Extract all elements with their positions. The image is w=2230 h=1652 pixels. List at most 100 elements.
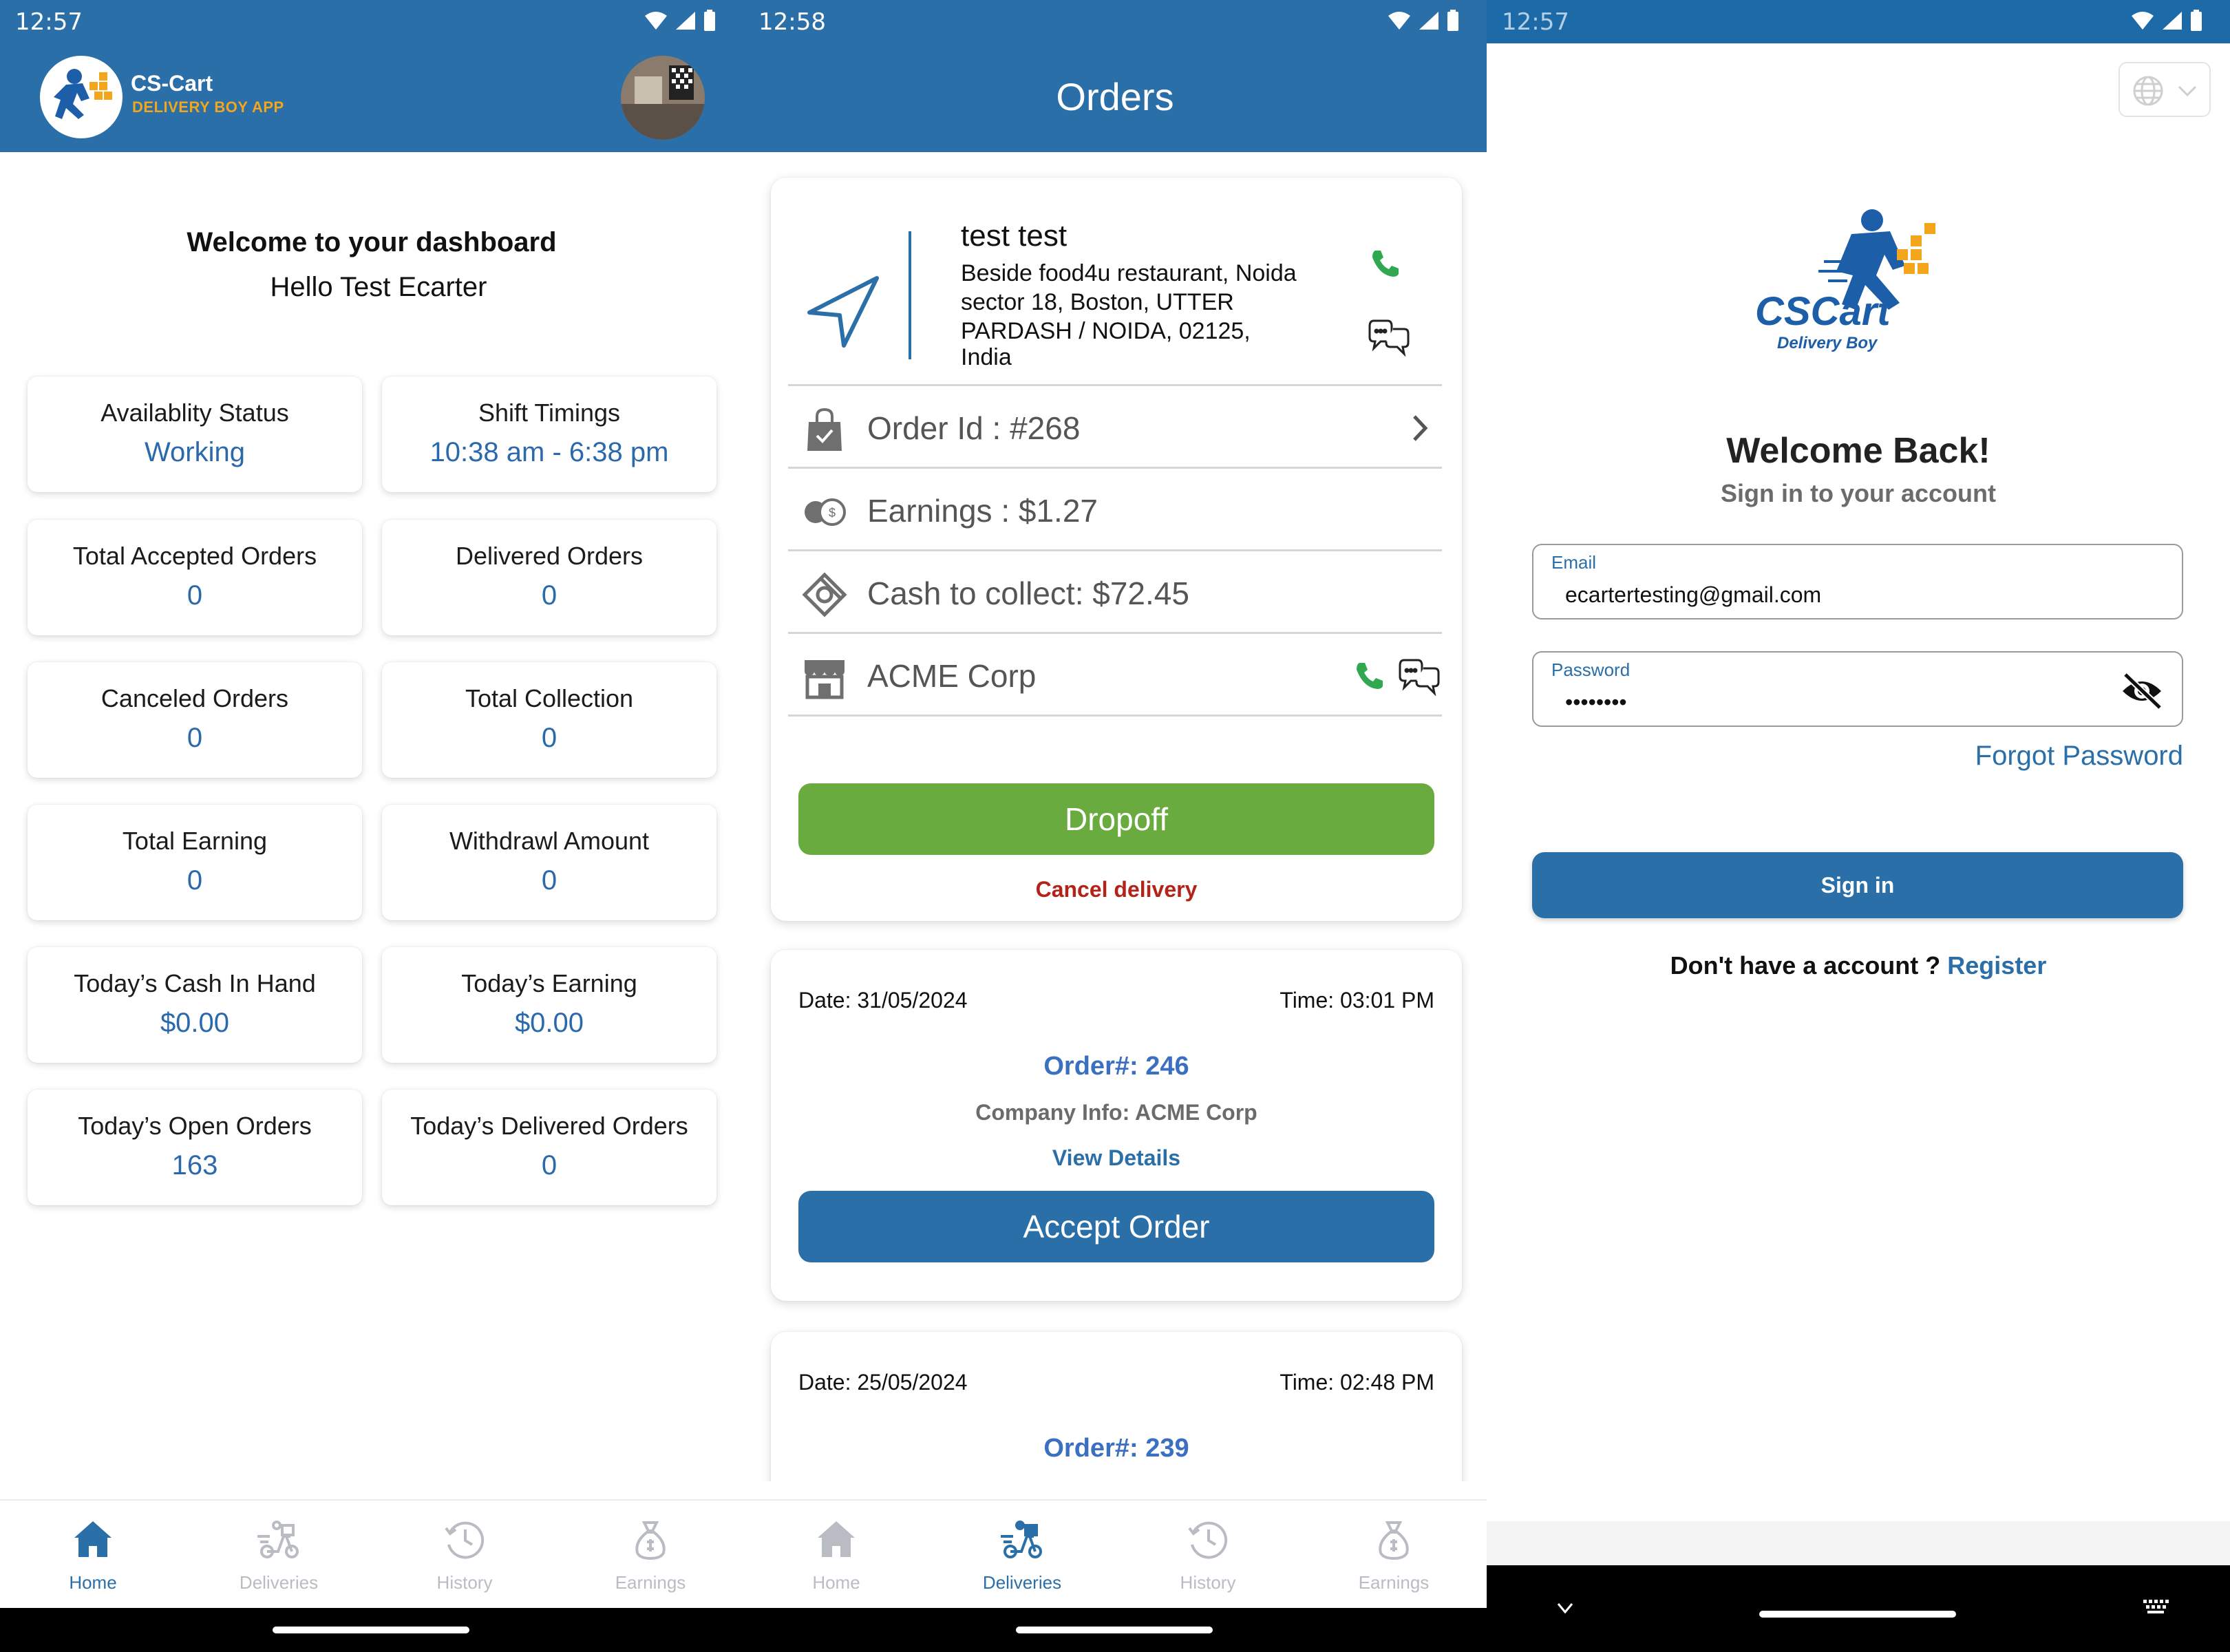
- nav-earnings[interactable]: Earnings: [558, 1501, 743, 1608]
- cancel-delivery-link[interactable]: Cancel delivery: [771, 877, 1462, 902]
- nav-history[interactable]: History: [372, 1501, 558, 1608]
- card-label: Total Collection: [465, 684, 634, 712]
- nav-history[interactable]: History: [1115, 1501, 1301, 1608]
- card-value: 163: [171, 1150, 218, 1180]
- nav-label: Deliveries: [239, 1572, 319, 1593]
- logo-brand-text: CSCart: [1755, 289, 1892, 334]
- phone-icon[interactable]: [1370, 248, 1400, 278]
- register-link[interactable]: Register: [1947, 951, 2046, 979]
- wifi-icon: [2132, 12, 2154, 30]
- history-clock-icon: [445, 1521, 485, 1559]
- home-gesture-pill[interactable]: [273, 1627, 469, 1633]
- home-gesture-pill[interactable]: [1759, 1611, 1956, 1618]
- nav-home[interactable]: Home: [0, 1501, 186, 1608]
- current-order-card: test test Beside food4u restaurant, Noid…: [771, 178, 1462, 921]
- card-delivered-orders[interactable]: Delivered Orders 0: [382, 520, 716, 635]
- card-value: 0: [187, 723, 203, 753]
- order-id-row[interactable]: Order Id : #268: [788, 384, 1442, 467]
- accept-order-button[interactable]: Accept Order: [798, 1191, 1434, 1262]
- card-label: Today’s Open Orders: [78, 1112, 312, 1140]
- language-selector[interactable]: [2118, 62, 2211, 117]
- nav-deliveries[interactable]: Deliveries: [186, 1501, 372, 1608]
- card-label: Delivered Orders: [455, 542, 644, 570]
- card-todays-delivered-orders[interactable]: Today’s Delivered Orders 0: [382, 1090, 716, 1205]
- order-time: Time: 02:48 PM: [1279, 1370, 1434, 1395]
- card-todays-earning[interactable]: Today’s Earning $0.00: [382, 947, 716, 1063]
- avatar[interactable]: [621, 56, 705, 140]
- order-number: Order#: 239: [1043, 1434, 1189, 1463]
- card-total-earning[interactable]: Total Earning 0: [28, 805, 362, 920]
- order-time: Time: 03:01 PM: [1279, 988, 1434, 1013]
- status-bar: 12:57: [0, 0, 743, 43]
- view-details-link[interactable]: View Details: [771, 1145, 1462, 1171]
- orders-screen: 12:58 Orders test test Beside food4u res…: [743, 0, 1487, 1652]
- card-value: 0: [541, 723, 558, 753]
- card-canceled-orders[interactable]: Canceled Orders 0: [28, 662, 362, 778]
- brand-title: CS-Cart: [131, 71, 213, 96]
- card-label: Total Earning: [122, 827, 268, 855]
- card-todays-open-orders[interactable]: Today’s Open Orders 163: [28, 1090, 362, 1205]
- company-phone-icon[interactable]: [1354, 660, 1384, 690]
- forgot-password-link[interactable]: Forgot Password: [1975, 741, 2183, 772]
- nav-label: Deliveries: [982, 1572, 1062, 1593]
- home-gesture-pill[interactable]: [1016, 1627, 1213, 1633]
- orders-header: Orders: [743, 43, 1487, 152]
- eye-off-icon[interactable]: [2120, 670, 2164, 712]
- logo-tagline: Delivery Boy: [1777, 334, 1878, 352]
- password-field[interactable]: Password ••••••••: [1532, 651, 2183, 727]
- shopping-bag-icon: [807, 407, 842, 451]
- card-shift-timings[interactable]: Shift Timings 10:38 am - 6:38 pm: [382, 377, 716, 492]
- nav-label: History: [1180, 1572, 1236, 1593]
- battery-icon: [2191, 10, 2202, 31]
- chat-icon[interactable]: [1367, 315, 1411, 357]
- scroll-mask: [743, 1481, 1487, 1501]
- nav-earnings[interactable]: Earnings: [1301, 1501, 1487, 1608]
- card-total-collection[interactable]: Total Collection 0: [382, 662, 716, 778]
- register-prompt-text: Don't have a account ?: [1670, 951, 1941, 979]
- keyboard-strip: [1487, 1521, 2230, 1565]
- status-time: 12:57: [15, 8, 83, 36]
- wifi-icon: [1388, 12, 1410, 30]
- svg-text:$: $: [829, 506, 836, 520]
- store-icon: [805, 660, 845, 699]
- home-icon: [818, 1521, 855, 1557]
- card-availability-status[interactable]: Availablity Status Working: [28, 377, 362, 492]
- company-chat-icon[interactable]: [1397, 655, 1441, 696]
- customer-address: Beside food4u restaurant, Noida sector 1…: [961, 260, 1297, 344]
- card-value: 0: [187, 865, 203, 896]
- card-label: Availablity Status: [100, 399, 289, 427]
- nav-deliveries[interactable]: Deliveries: [929, 1501, 1115, 1608]
- cash-tag-icon: [802, 572, 847, 617]
- card-withdrawl-amount[interactable]: Withdrawl Amount 0: [382, 805, 716, 920]
- nav-label: Earnings: [615, 1572, 686, 1593]
- card-todays-cash-in-hand[interactable]: Today’s Cash In Hand $0.00: [28, 947, 362, 1063]
- bottom-navigation: Home Deliveries History Earnings: [0, 1499, 743, 1608]
- hide-keyboard-chevron-icon[interactable]: [1553, 1596, 1578, 1620]
- status-time: 12:57: [1502, 8, 1569, 36]
- system-navigation-bar: [1487, 1565, 2230, 1652]
- card-label: Today’s Delivered Orders: [410, 1112, 688, 1140]
- card-label: Today’s Earning: [461, 969, 637, 997]
- home-icon: [74, 1521, 111, 1557]
- card-label: Withdrawl Amount: [449, 827, 650, 855]
- email-field[interactable]: Email: [1532, 544, 2183, 620]
- money-bag-icon: [1379, 1521, 1409, 1560]
- email-input[interactable]: [1565, 582, 2088, 608]
- card-value: 0: [187, 580, 203, 611]
- coins-icon: $: [805, 498, 846, 526]
- card-label: Total Accepted Orders: [72, 542, 317, 570]
- login-subtitle: Sign in to your account: [1720, 479, 1996, 507]
- earnings-row: $ Earnings : $1.27: [788, 467, 1442, 549]
- keyboard-icon[interactable]: [2141, 1596, 2171, 1619]
- email-label: Email: [1551, 552, 1597, 573]
- register-prompt: Don't have a account ? Register: [1487, 951, 2230, 980]
- password-input[interactable]: ••••••••: [1565, 690, 2088, 715]
- dropoff-button[interactable]: Dropoff: [798, 783, 1434, 855]
- card-label: Shift Timings: [478, 399, 621, 427]
- navigation-arrow-icon[interactable]: [805, 274, 881, 350]
- sign-in-button[interactable]: Sign in: [1532, 852, 2183, 918]
- delivery-scooter-icon: [257, 1521, 299, 1558]
- nav-home[interactable]: Home: [743, 1501, 929, 1608]
- app-header: CS-Cart DELIVERY BOY APP: [0, 43, 743, 152]
- card-total-accepted-orders[interactable]: Total Accepted Orders 0: [28, 520, 362, 635]
